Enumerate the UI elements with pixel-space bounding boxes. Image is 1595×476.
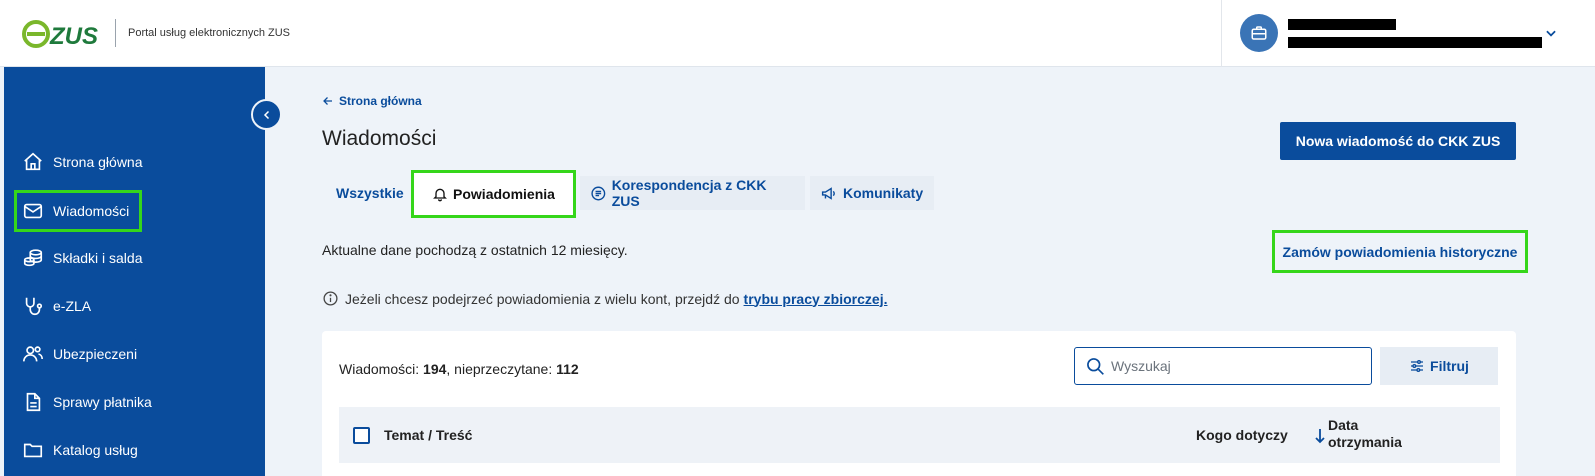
stethoscope-icon bbox=[22, 295, 44, 317]
tab-label: Korespondencja z CKK ZUS bbox=[611, 177, 767, 209]
ezus-logo[interactable]: ZUS bbox=[22, 17, 102, 51]
logo-divider bbox=[115, 19, 116, 47]
count-value: 194 bbox=[423, 361, 447, 377]
column-subject[interactable]: Temat / Treść bbox=[384, 427, 472, 443]
redacted-account-details bbox=[1288, 37, 1542, 48]
sidebar-item-payer-matters[interactable]: Sprawy płatnika bbox=[14, 382, 249, 422]
sidebar-item-service-catalog[interactable]: Katalog usług bbox=[14, 430, 249, 470]
page-title: Wiadomości bbox=[322, 127, 437, 150]
account-switcher[interactable] bbox=[1221, 0, 1595, 67]
sort-down-icon bbox=[1315, 429, 1325, 444]
breadcrumb-link[interactable]: Strona główna bbox=[339, 94, 422, 108]
tab-correspondence[interactable]: Korespondencja z CKK ZUS bbox=[580, 176, 805, 210]
tab-label: Komunikaty bbox=[843, 185, 924, 201]
sidebar-item-insured[interactable]: Ubezpieczeni bbox=[14, 334, 249, 374]
arrow-left-icon bbox=[323, 97, 332, 105]
sidebar-item-label: e-ZLA bbox=[53, 298, 92, 314]
message-counts: Wiadomości: 194, nieprzeczytane: 112 bbox=[339, 361, 579, 377]
link-label: Zamów powiadomienia historyczne bbox=[1282, 243, 1518, 260]
column-date-label: Data otrzymania bbox=[1328, 417, 1402, 450]
chevron-down-icon[interactable] bbox=[1544, 26, 1558, 40]
sidebar-collapse-button[interactable] bbox=[251, 99, 282, 130]
sidebar-item-label: Ubezpieczeni bbox=[53, 346, 138, 362]
sidebar-item-home[interactable]: Strona główna bbox=[14, 142, 249, 182]
search-icon bbox=[1087, 358, 1104, 375]
tab-all[interactable]: Wszystkie bbox=[326, 176, 408, 210]
megaphone-icon bbox=[821, 186, 835, 200]
breadcrumb[interactable]: Strona główna bbox=[322, 94, 422, 108]
briefcase-icon bbox=[1240, 14, 1278, 52]
home-icon bbox=[22, 151, 44, 173]
messages-card: Wiadomości: 194, nieprzeczytane: 112 Fil… bbox=[322, 331, 1516, 476]
data-range-info: Aktualne dane pochodzą z ostatnich 12 mi… bbox=[322, 242, 628, 258]
sidebar-item-ezla[interactable]: e-ZLA bbox=[14, 286, 249, 326]
sidebar-item-label: Strona główna bbox=[53, 154, 143, 170]
top-header: ZUS Portal usług elektronicznych ZUS bbox=[0, 0, 1595, 67]
bell-icon bbox=[433, 188, 447, 202]
sidebar-item-label: Sprawy płatnika bbox=[53, 394, 152, 410]
unread-value: 112 bbox=[556, 361, 579, 377]
column-who[interactable]: Kogo dotyczy bbox=[1196, 427, 1288, 443]
column-date[interactable]: Data otrzymania bbox=[1314, 417, 1408, 451]
sidebar-item-label: Składki i salda bbox=[53, 250, 143, 266]
tab-notifications[interactable]: Powiadomienia bbox=[411, 170, 576, 218]
search-box[interactable] bbox=[1074, 347, 1372, 385]
users-icon bbox=[22, 343, 44, 365]
svg-text:ZUS: ZUS bbox=[49, 23, 98, 50]
folder-icon bbox=[22, 439, 44, 461]
bulk-mode-hint: Jeżeli chcesz podejrzeć powiadomienia z … bbox=[322, 290, 887, 307]
mail-icon bbox=[22, 200, 44, 222]
filter-button[interactable]: Filtruj bbox=[1380, 347, 1498, 385]
table-header: Temat / Treść Kogo dotyczy Data otrzyman… bbox=[339, 407, 1500, 463]
unread-label: , nieprzeczytane: bbox=[446, 361, 553, 377]
tab-label: Wszystkie bbox=[336, 185, 404, 201]
info-icon bbox=[323, 291, 338, 306]
message-list-icon bbox=[591, 186, 606, 200]
count-label: Wiadomości: bbox=[339, 361, 420, 377]
select-all-checkbox[interactable] bbox=[353, 427, 370, 444]
sliders-icon bbox=[1411, 360, 1424, 372]
sidebar-item-label: Wiadomości bbox=[53, 203, 130, 219]
search-input[interactable] bbox=[1111, 358, 1351, 374]
portal-title: Portal usług elektronicznych ZUS bbox=[128, 27, 291, 39]
filter-label: Filtruj bbox=[1430, 358, 1469, 374]
document-icon bbox=[22, 391, 44, 413]
sidebar-item-messages[interactable]: Wiadomości bbox=[14, 190, 142, 232]
bulk-mode-link[interactable]: trybu pracy zbiorczej. bbox=[744, 291, 888, 307]
tab-label: Powiadomienia bbox=[453, 186, 555, 202]
coins-icon bbox=[22, 247, 44, 269]
sidebar-item-contributions[interactable]: Składki i salda bbox=[14, 238, 249, 278]
order-historic-notifications-link[interactable]: Zamów powiadomienia historyczne bbox=[1272, 230, 1528, 273]
new-message-button[interactable]: Nowa wiadomość do CKK ZUS bbox=[1280, 122, 1516, 160]
tab-announcements[interactable]: Komunikaty bbox=[810, 176, 934, 210]
sidebar-item-label: Katalog usług bbox=[53, 442, 138, 458]
hint-text: Jeżeli chcesz podejrzeć powiadomienia z … bbox=[345, 290, 740, 307]
redacted-account-name bbox=[1288, 19, 1396, 30]
